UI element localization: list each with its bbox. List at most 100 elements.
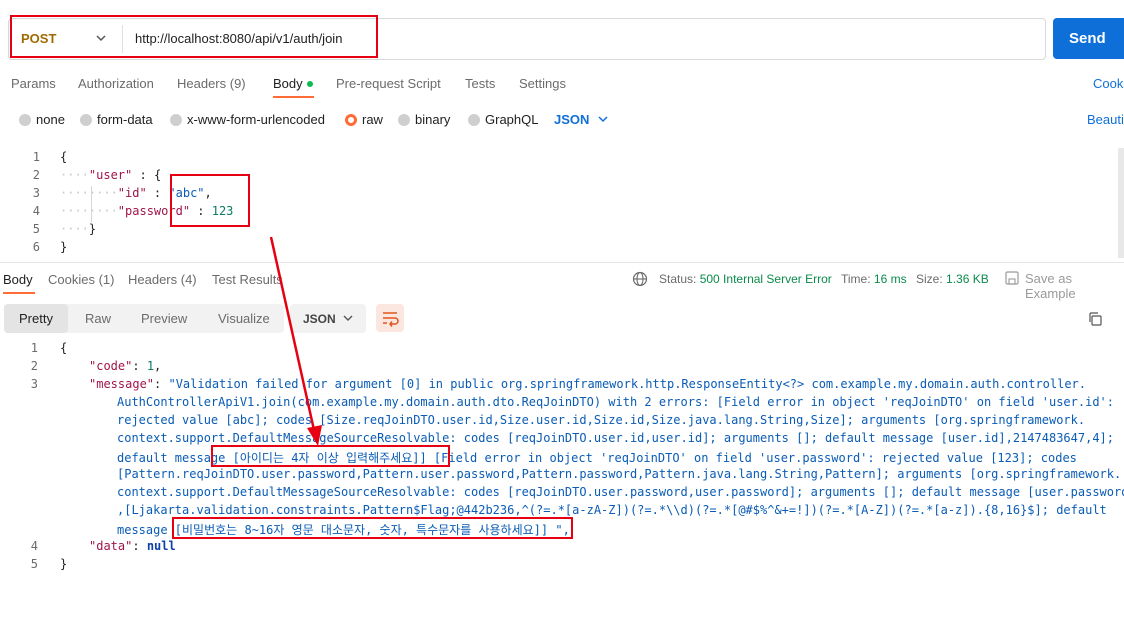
save-as-example-button[interactable]: Save as Example bbox=[1025, 271, 1124, 301]
json-punct: : bbox=[146, 186, 169, 200]
radio-circle bbox=[468, 114, 480, 126]
view-preview[interactable]: Preview bbox=[141, 311, 187, 326]
json-punct: : { bbox=[132, 168, 162, 182]
globe-icon[interactable] bbox=[632, 271, 648, 287]
send-button[interactable]: Send bbox=[1053, 18, 1124, 59]
radio-circle bbox=[19, 114, 31, 126]
size-label: Size: bbox=[916, 272, 943, 286]
view-raw[interactable]: Raw bbox=[85, 311, 111, 326]
message-line: ,[Ljakarta.validation.constraints.Patter… bbox=[117, 503, 1107, 517]
radio-circle bbox=[80, 114, 92, 126]
format-label: JSON bbox=[303, 312, 336, 326]
code-line: ····} bbox=[60, 222, 96, 236]
json-key: "id" bbox=[117, 186, 147, 200]
json-key: "message" bbox=[89, 377, 155, 391]
json-number: 1 bbox=[146, 359, 155, 373]
line-number: 6 bbox=[32, 240, 40, 254]
response-tab-cookies[interactable]: Cookies (1) bbox=[48, 272, 114, 287]
pane-divider[interactable] bbox=[0, 262, 1124, 263]
response-tab-test-results[interactable]: Test Results bbox=[212, 272, 283, 287]
json-key: "data" bbox=[89, 539, 133, 553]
tab-tests[interactable]: Tests bbox=[465, 76, 495, 91]
json-string: "Validation failed for argument [0] in p… bbox=[168, 377, 1087, 391]
brace: } bbox=[88, 222, 97, 236]
line-number: 4 bbox=[30, 539, 38, 553]
annotation-box-id-message bbox=[211, 445, 450, 467]
tab-authorization[interactable]: Authorization bbox=[78, 76, 154, 91]
response-size: Size: 1.36 KB bbox=[916, 272, 989, 286]
radio-raw[interactable]: raw bbox=[345, 112, 383, 127]
wrap-lines-button[interactable] bbox=[376, 304, 404, 332]
active-tab-underline bbox=[3, 292, 35, 294]
line-number: 4 bbox=[32, 204, 40, 218]
beautify-link[interactable]: Beauti bbox=[1087, 112, 1124, 127]
response-tab-headers[interactable]: Headers (4) bbox=[128, 272, 197, 287]
size-value: 1.36 KB bbox=[946, 272, 989, 286]
tab-body-label: Body bbox=[273, 76, 303, 91]
radio-label: form-data bbox=[97, 112, 153, 127]
annotation-box-password-message bbox=[172, 517, 573, 539]
tab-pre-request-script[interactable]: Pre-request Script bbox=[336, 76, 441, 91]
active-tab-underline bbox=[273, 96, 314, 98]
message-line: rejected value [abc]; codes [Size.reqJoi… bbox=[117, 413, 1086, 427]
radio-binary[interactable]: binary bbox=[398, 112, 450, 127]
cookies-link[interactable]: Cook bbox=[1093, 76, 1123, 91]
code-line: { bbox=[60, 150, 67, 164]
json-key: "code" bbox=[89, 359, 133, 373]
tab-params[interactable]: Params bbox=[11, 76, 56, 91]
radio-urlencoded[interactable]: x-www-form-urlencoded bbox=[170, 112, 325, 127]
radio-label: raw bbox=[362, 112, 383, 127]
line-number: 1 bbox=[32, 150, 40, 164]
brace: } bbox=[60, 240, 68, 254]
time-label: Time: bbox=[841, 272, 871, 286]
view-visualize[interactable]: Visualize bbox=[218, 311, 270, 326]
radio-graphql[interactable]: GraphQL bbox=[468, 112, 538, 127]
brace: { bbox=[60, 150, 68, 164]
body-indicator-dot bbox=[306, 81, 313, 87]
brace: } bbox=[60, 557, 68, 571]
body-format-select[interactable]: JSON bbox=[554, 112, 589, 127]
radio-form-data[interactable]: form-data bbox=[80, 112, 153, 127]
code-line: } bbox=[60, 240, 67, 254]
whitespace-marker: ········ bbox=[60, 186, 118, 200]
annotation-box-url bbox=[10, 15, 378, 58]
line-number: 5 bbox=[30, 557, 38, 571]
line-number: 3 bbox=[30, 377, 38, 391]
response-status: Status: 500 Internal Server Error bbox=[659, 272, 832, 286]
radio-label: none bbox=[36, 112, 65, 127]
radio-none[interactable]: none bbox=[19, 112, 65, 127]
json-key: "user" bbox=[88, 168, 133, 182]
brace: { bbox=[60, 341, 68, 355]
code-line: "code": 1, bbox=[89, 359, 162, 373]
editor-scrollbar[interactable] bbox=[1118, 148, 1124, 258]
whitespace-marker: ········ bbox=[60, 204, 118, 218]
copy-icon[interactable] bbox=[1087, 311, 1103, 327]
request-body-editor[interactable]: 1 2 3 4 5 6 { ····"user" : { ········"id… bbox=[0, 148, 1124, 256]
response-format-select[interactable]: JSON bbox=[290, 304, 366, 333]
code-line: "data": null bbox=[89, 539, 176, 553]
line-number: 3 bbox=[32, 186, 40, 200]
message-line: context.support.DefaultMessageSourceReso… bbox=[117, 431, 1114, 445]
response-tab-body[interactable]: Body bbox=[3, 272, 33, 287]
line-number: 2 bbox=[32, 168, 40, 182]
status-value: 500 Internal Server Error bbox=[699, 272, 832, 286]
code-line: "message": "Validation failed for argume… bbox=[89, 377, 1087, 391]
tab-headers[interactable]: Headers (9) bbox=[177, 76, 246, 91]
save-icon[interactable] bbox=[1004, 270, 1020, 286]
tab-body[interactable]: Body bbox=[273, 76, 313, 91]
chevron-down-icon[interactable] bbox=[596, 112, 610, 126]
whitespace-marker: ···· bbox=[60, 222, 89, 236]
radio-circle bbox=[398, 114, 410, 126]
status-label: Status: bbox=[659, 272, 697, 286]
response-time: Time: 16 ms bbox=[841, 272, 907, 286]
chevron-down-icon bbox=[343, 315, 353, 321]
time-value: 16 ms bbox=[873, 272, 907, 286]
json-null: null bbox=[146, 539, 176, 553]
whitespace-marker: ···· bbox=[60, 168, 89, 182]
radio-circle bbox=[170, 114, 182, 126]
code-line: ····"user" : { bbox=[60, 168, 161, 182]
view-pretty[interactable]: Pretty bbox=[4, 304, 68, 333]
wrap-lines-icon bbox=[383, 312, 399, 327]
message-line: [Pattern.reqJoinDTO.user.password,Patter… bbox=[117, 467, 1122, 481]
tab-settings[interactable]: Settings bbox=[519, 76, 566, 91]
